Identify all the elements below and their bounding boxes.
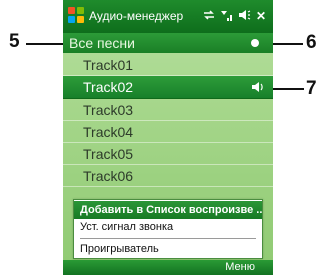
callout-5-leader	[26, 43, 66, 45]
speaker-volume-icon[interactable]	[237, 8, 251, 26]
track-label: Track04	[83, 124, 134, 140]
header-indicator-dot	[251, 39, 259, 47]
menu-item-add-to-playlist[interactable]: Добавить в Список воспроизве ...	[74, 201, 262, 219]
app-title: Аудио-менеджер	[89, 9, 184, 23]
library-header[interactable]: Все песни	[63, 33, 273, 53]
track-label: Track01	[83, 57, 134, 73]
track-label: Track03	[83, 102, 134, 118]
softkey-menu[interactable]: Меню	[225, 261, 255, 273]
title-bar: Аудио-менеджер ✕	[63, 0, 273, 33]
signal-icon[interactable]	[220, 8, 234, 26]
menu-separator	[80, 238, 256, 239]
menu-item-player[interactable]: Проигрыватель	[74, 240, 262, 258]
device-screen: Аудио-менеджер ✕ Все песни Track01 Track…	[63, 0, 273, 275]
track-item[interactable]: Track05	[63, 143, 273, 165]
close-icon[interactable]: ✕	[256, 8, 266, 24]
track-item[interactable]: Track04	[63, 121, 273, 143]
callout-5: 5	[9, 31, 20, 52]
context-menu: Добавить в Список воспроизве ... Уст. си…	[73, 199, 263, 259]
track-item[interactable]: Track01	[63, 54, 273, 76]
track-label: Track06	[83, 168, 134, 184]
track-label: Track05	[83, 146, 134, 162]
windows-logo-icon[interactable]	[68, 7, 85, 24]
speaker-icon	[252, 82, 263, 92]
callout-7-leader	[268, 88, 304, 90]
track-item[interactable]: Track03	[63, 99, 273, 121]
track-label: Track02	[83, 79, 134, 95]
menu-item-set-ringtone[interactable]: Уст. сигнал звонка	[74, 218, 262, 236]
sync-icon[interactable]	[202, 8, 216, 26]
library-header-label: Все песни	[69, 35, 135, 51]
track-item-selected[interactable]: Track02	[63, 76, 273, 99]
softkey-bar: Меню	[63, 260, 273, 275]
callout-6: 6	[306, 32, 317, 53]
callout-7: 7	[306, 78, 317, 99]
track-item[interactable]: Track06	[63, 165, 273, 187]
